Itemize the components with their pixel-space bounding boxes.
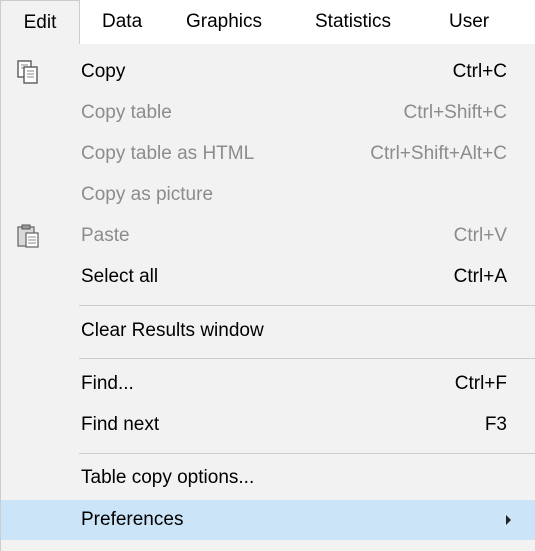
menu-item-shortcut: Ctrl+A bbox=[453, 266, 507, 287]
menu-item-shortcut: F3 bbox=[484, 414, 507, 435]
menu-item-label: Clear Results window bbox=[81, 320, 264, 341]
menu-separator bbox=[79, 453, 535, 454]
menu-item-clear-results-window[interactable]: Clear Results window bbox=[1, 311, 535, 351]
menu-item-shortcut: Ctrl+C bbox=[452, 61, 507, 82]
paste-icon bbox=[17, 224, 39, 248]
menu-item-shortcut: Ctrl+F bbox=[454, 373, 507, 394]
menu-item-find-next[interactable]: Find next F3 bbox=[1, 405, 535, 445]
menu-item-copy-table: Copy table Ctrl+Shift+C bbox=[1, 93, 535, 133]
menu-item-label: Find next bbox=[81, 414, 160, 435]
menu-item-find[interactable]: Find... Ctrl+F bbox=[1, 364, 535, 404]
menu-item-copy-as-picture: Copy as picture bbox=[1, 175, 535, 215]
menu-separator bbox=[79, 358, 535, 359]
menu-item-paste: Paste Ctrl+V bbox=[1, 216, 535, 256]
menu-item-label: Copy bbox=[81, 61, 126, 82]
menu-separator bbox=[79, 305, 535, 306]
menu-item-copy-table-html: Copy table as HTML Ctrl+Shift+Alt+C bbox=[1, 134, 535, 174]
menubar-edit[interactable]: Edit bbox=[0, 0, 80, 44]
menu-item-label: Paste bbox=[81, 225, 130, 246]
menu-item-shortcut: Ctrl+Shift+C bbox=[403, 102, 507, 123]
menu-item-select-all[interactable]: Select all Ctrl+A bbox=[1, 257, 535, 297]
menu-item-label: Table copy options... bbox=[81, 467, 255, 488]
menu-item-shortcut: Ctrl+V bbox=[453, 225, 507, 246]
submenu-arrow-icon bbox=[506, 515, 511, 525]
menu-item-shortcut: Ctrl+Shift+Alt+C bbox=[370, 143, 507, 164]
menubar-user[interactable]: User bbox=[449, 0, 489, 44]
menu-bar: Edit Data Graphics Statistics User bbox=[0, 0, 535, 44]
menu-item-preferences[interactable]: Preferences bbox=[1, 500, 535, 540]
menu-item-copy[interactable]: Copy Ctrl+C bbox=[1, 52, 535, 92]
edit-dropdown-menu: Copy Ctrl+C Copy table Ctrl+Shift+C Copy… bbox=[0, 44, 535, 551]
menu-item-label: Copy as picture bbox=[81, 184, 214, 205]
menu-item-label: Preferences bbox=[81, 509, 184, 530]
menu-item-label: Select all bbox=[81, 266, 159, 287]
menubar-graphics[interactable]: Graphics bbox=[186, 0, 262, 44]
menubar-statistics[interactable]: Statistics bbox=[315, 0, 391, 44]
menubar-data[interactable]: Data bbox=[102, 0, 142, 44]
copy-icon bbox=[17, 60, 38, 84]
menu-item-label: Copy table bbox=[81, 102, 172, 123]
menu-item-label: Find... bbox=[81, 373, 134, 394]
menu-item-label: Copy table as HTML bbox=[81, 143, 255, 164]
menu-item-table-copy-options[interactable]: Table copy options... bbox=[1, 458, 535, 498]
